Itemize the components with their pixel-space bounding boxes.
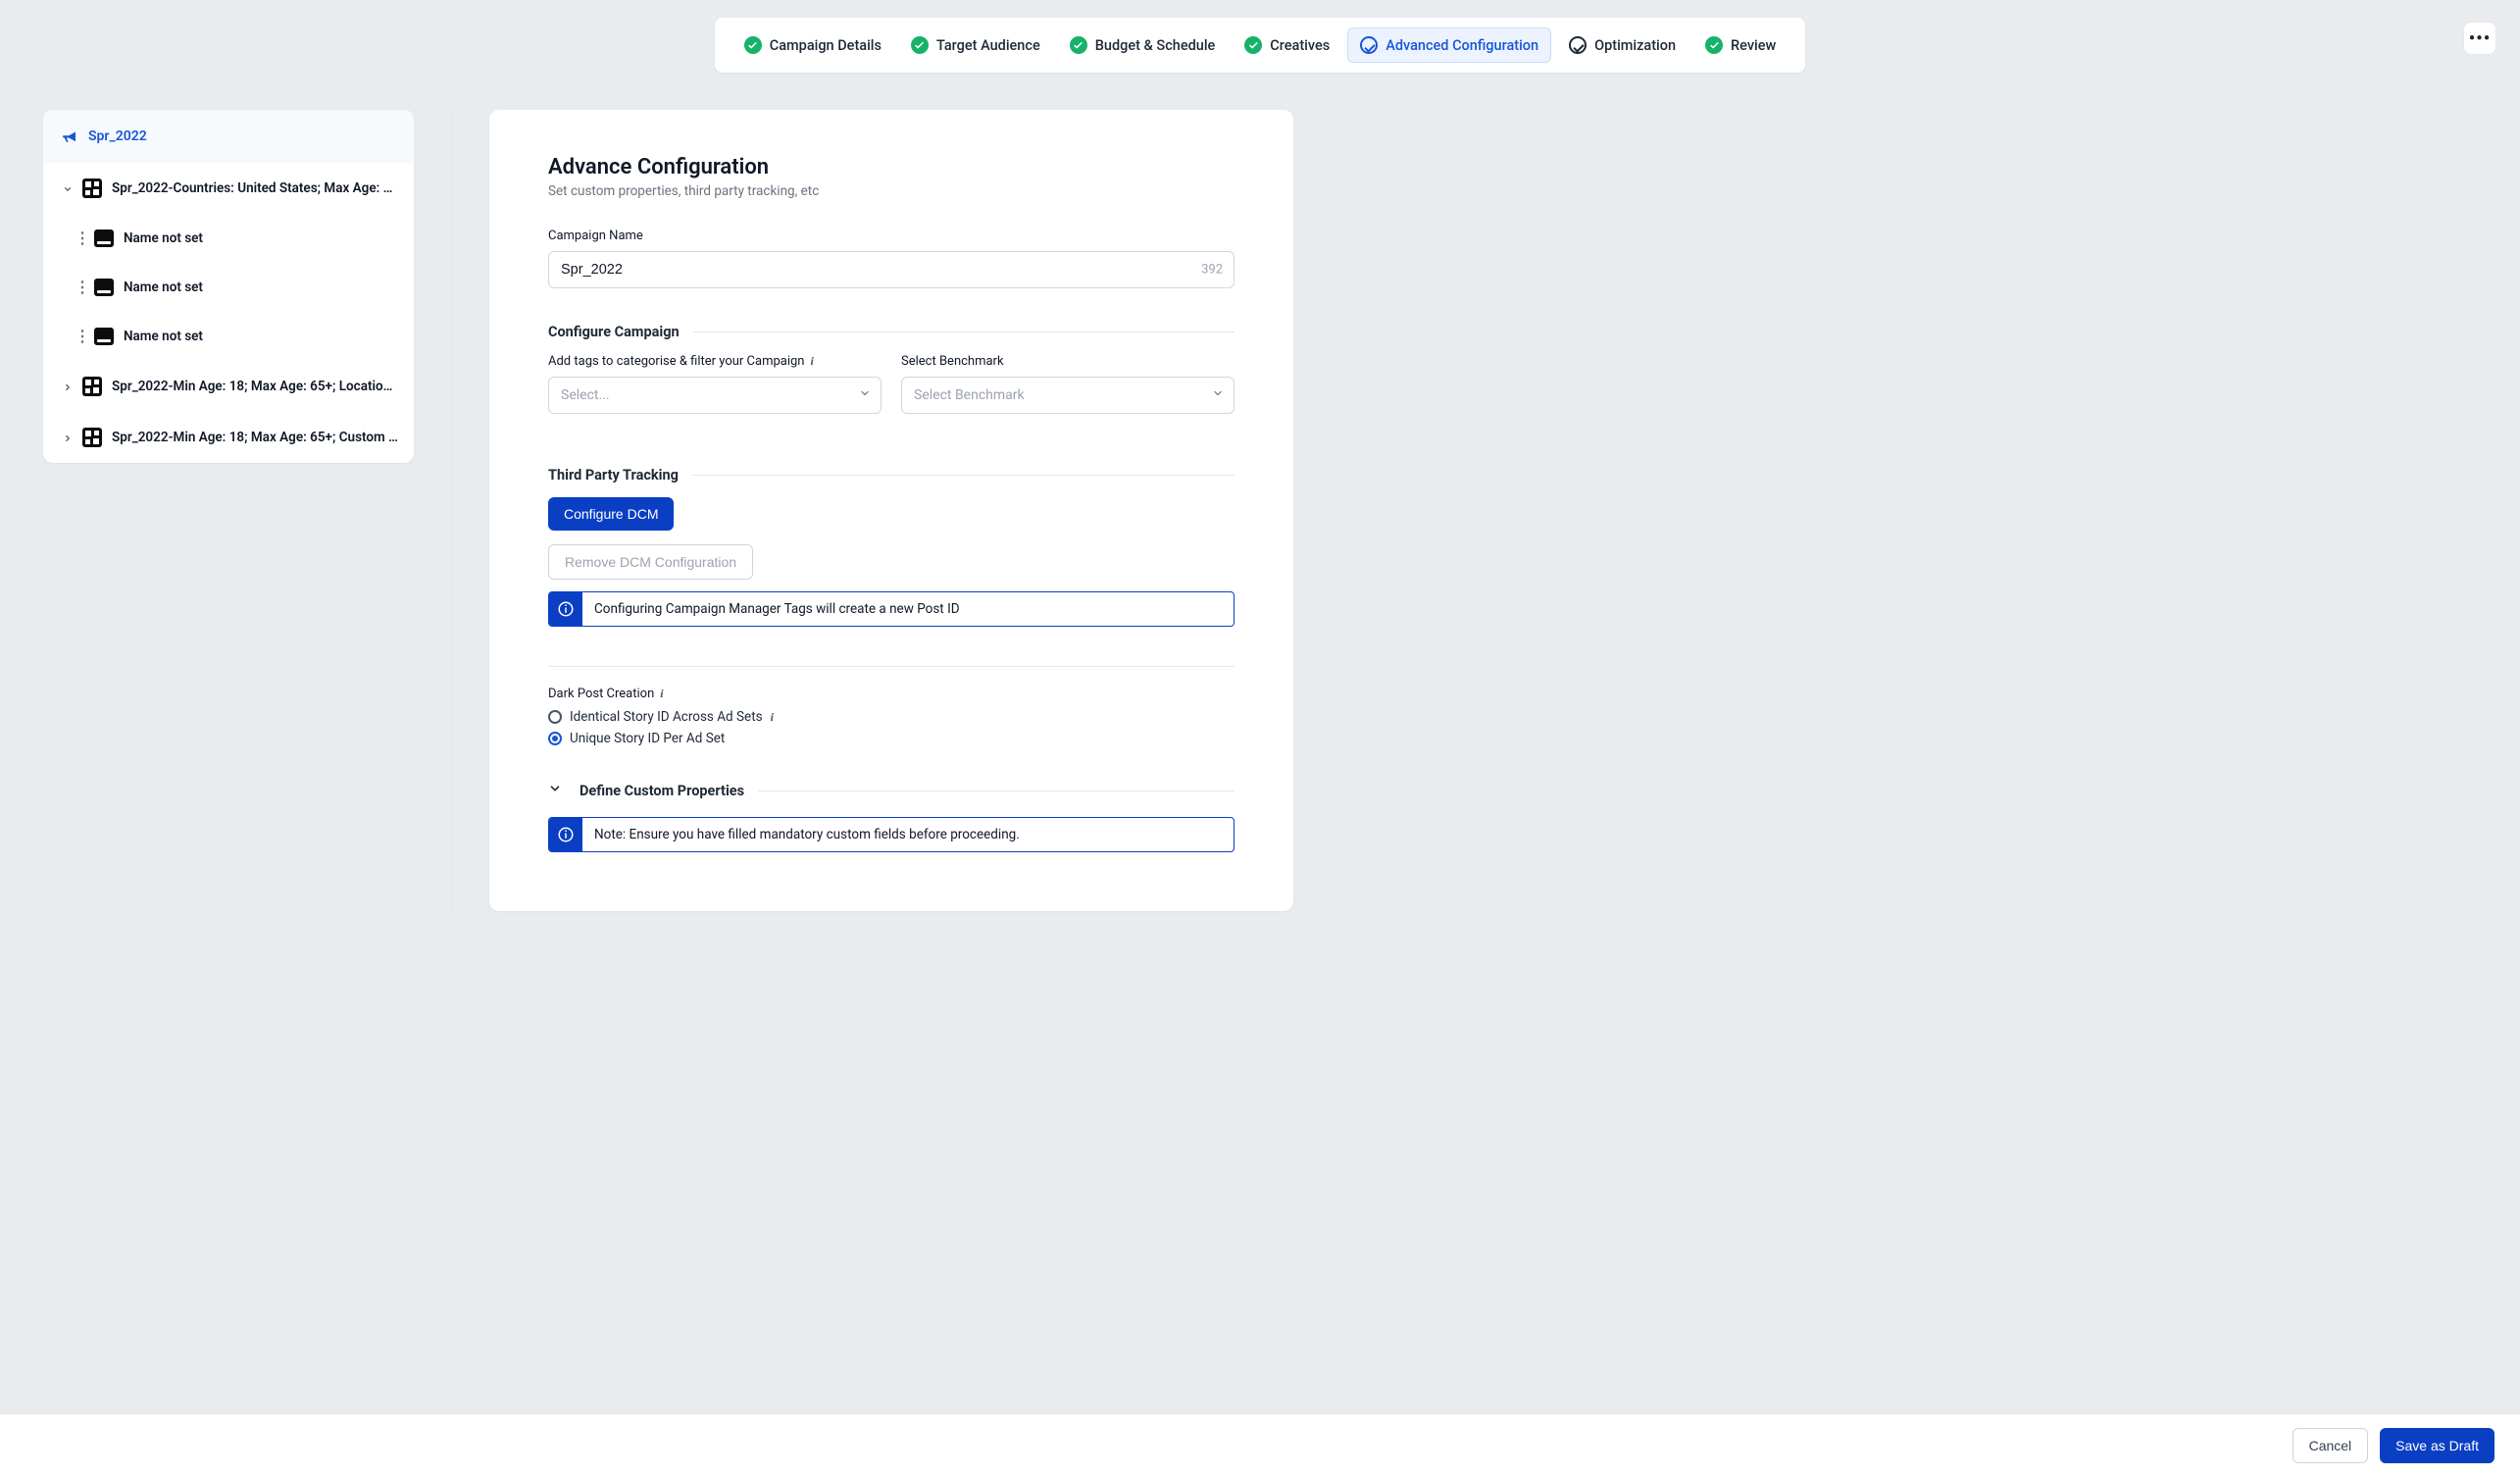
benchmark-label: Select Benchmark: [901, 354, 1235, 369]
radio-identical-label: Identical Story ID Across Ad Sets: [570, 709, 763, 725]
custom-props-note-banner: Note: Ensure you have filled mandatory c…: [548, 817, 1235, 852]
check-circle-icon: [1070, 36, 1087, 54]
chevron-down-icon: [63, 183, 73, 193]
tags-label: Add tags to categorise & filter your Cam…: [548, 354, 805, 369]
active-ring-icon: [1360, 36, 1378, 54]
step-label: Budget & Schedule: [1095, 37, 1216, 54]
creative-label: Name not set: [124, 329, 203, 344]
kebab-icon[interactable]: ⋮: [75, 329, 84, 344]
tree-creative-node[interactable]: ⋮ Name not set: [43, 214, 414, 263]
megaphone-icon: [61, 127, 78, 145]
adset-icon: [82, 428, 102, 447]
chevron-down-icon: [1212, 387, 1224, 403]
step-label: Target Audience: [936, 37, 1040, 54]
adset-label: Spr_2022-Min Age: 18; Max Age: 65+; Loca…: [112, 379, 398, 394]
campaign-name-label: Spr_2022: [88, 128, 147, 144]
tree-adset-node[interactable]: Spr_2022-Min Age: 18; Max Age: 65+; Loca…: [43, 361, 414, 412]
radio-unique-label: Unique Story ID Per Ad Set: [570, 731, 725, 746]
step-creatives[interactable]: Creatives: [1233, 28, 1341, 62]
char-count: 392: [1201, 263, 1223, 278]
dcm-info-message: Configuring Campaign Manager Tags will c…: [582, 592, 972, 626]
info-icon[interactable]: i: [660, 687, 663, 701]
creative-icon: [94, 279, 114, 296]
chevron-down-icon[interactable]: [548, 782, 562, 799]
radio-unique-story-id[interactable]: [548, 732, 562, 745]
horizontal-rule: [548, 666, 1235, 667]
step-advanced-configuration[interactable]: Advanced Configuration: [1347, 27, 1551, 63]
check-circle-icon: [1705, 36, 1723, 54]
adset-label: Spr_2022-Min Age: 18; Max Age: 65+; Cust…: [112, 430, 398, 445]
adset-label: Spr_2022-Countries: United States; Max A…: [112, 180, 398, 196]
footer-bar: Cancel Save as Draft: [0, 1413, 2520, 1477]
step-target-audience[interactable]: Target Audience: [899, 28, 1052, 62]
tree-campaign-root[interactable]: Spr_2022: [43, 110, 414, 163]
wizard-stepper: Campaign Details Target Audience Budget …: [715, 18, 1806, 73]
creative-label: Name not set: [124, 230, 203, 246]
section-rule: [693, 331, 1235, 332]
remove-dcm-button[interactable]: Remove DCM Configuration: [548, 544, 753, 580]
check-circle-icon: [744, 36, 762, 54]
step-label: Review: [1731, 37, 1776, 54]
campaign-tree-sidebar: Spr_2022 Spr_2022-Countries: United Stat…: [43, 110, 414, 463]
creative-label: Name not set: [124, 280, 203, 295]
chevron-right-icon: [63, 433, 73, 442]
tree-creative-node[interactable]: ⋮ Name not set: [43, 312, 414, 361]
custom-props-note-message: Note: Ensure you have filled mandatory c…: [582, 818, 1032, 851]
step-campaign-details[interactable]: Campaign Details: [732, 28, 893, 62]
configure-campaign-heading: Configure Campaign: [548, 324, 680, 340]
info-circle-icon: [549, 592, 582, 626]
panel-subtitle: Set custom properties, third party track…: [548, 183, 1235, 199]
ellipsis-icon: •••: [2469, 28, 2491, 49]
custom-properties-heading: Define Custom Properties: [580, 783, 744, 799]
panel-title: Advance Configuration: [548, 155, 1235, 179]
save-draft-button[interactable]: Save as Draft: [2380, 1428, 2495, 1463]
more-actions-button[interactable]: •••: [2463, 22, 2496, 55]
campaign-name-label: Campaign Name: [548, 229, 1235, 243]
info-circle-icon: [549, 818, 582, 851]
adset-icon: [82, 178, 102, 198]
step-label: Campaign Details: [770, 37, 882, 54]
configure-dcm-button[interactable]: Configure DCM: [548, 497, 674, 531]
kebab-icon[interactable]: ⋮: [75, 280, 84, 295]
info-icon[interactable]: i: [771, 710, 774, 725]
tree-creative-node[interactable]: ⋮ Name not set: [43, 263, 414, 312]
dcm-info-banner: Configuring Campaign Manager Tags will c…: [548, 591, 1235, 627]
section-rule: [692, 475, 1235, 476]
benchmark-select[interactable]: Select Benchmark: [901, 377, 1235, 414]
creative-icon: [94, 229, 114, 247]
chevron-right-icon: [63, 382, 73, 391]
dark-post-label: Dark Post Creation: [548, 687, 654, 701]
check-circle-icon: [911, 36, 929, 54]
step-label: Advanced Configuration: [1386, 37, 1538, 54]
step-budget-schedule[interactable]: Budget & Schedule: [1058, 28, 1228, 62]
campaign-name-input[interactable]: [548, 251, 1235, 288]
radio-identical-story-id[interactable]: [548, 710, 562, 724]
kebab-icon[interactable]: ⋮: [75, 230, 84, 246]
info-icon[interactable]: i: [811, 354, 814, 369]
cancel-button[interactable]: Cancel: [2293, 1428, 2369, 1463]
advance-configuration-panel: Advance Configuration Set custom propert…: [489, 110, 1293, 911]
benchmark-placeholder: Select Benchmark: [914, 387, 1025, 403]
chevron-down-icon: [859, 387, 871, 403]
section-rule: [758, 790, 1235, 791]
step-label: Optimization: [1594, 37, 1676, 54]
vertical-divider: [451, 110, 452, 911]
step-label: Creatives: [1270, 37, 1330, 54]
tags-select[interactable]: Select...: [548, 377, 882, 414]
pending-ring-icon: [1569, 36, 1587, 54]
tags-placeholder: Select...: [561, 387, 610, 403]
check-circle-icon: [1244, 36, 1262, 54]
adset-icon: [82, 377, 102, 396]
third-party-tracking-heading: Third Party Tracking: [548, 467, 679, 484]
step-optimization[interactable]: Optimization: [1557, 28, 1688, 62]
creative-icon: [94, 328, 114, 345]
tree-adset-node[interactable]: Spr_2022-Min Age: 18; Max Age: 65+; Cust…: [43, 412, 414, 463]
tree-adset-node[interactable]: Spr_2022-Countries: United States; Max A…: [43, 163, 414, 214]
step-review[interactable]: Review: [1693, 28, 1788, 62]
